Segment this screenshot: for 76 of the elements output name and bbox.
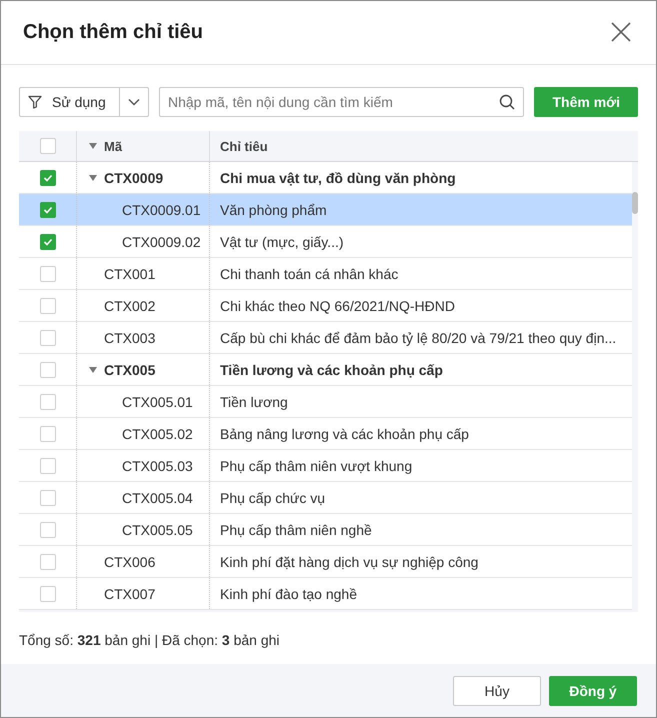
- table-cell: Phụ cấp thâm niên vượt khung: [220, 458, 412, 474]
- table-cell: Chi thanh toán cá nhân khác: [220, 266, 398, 282]
- checkbox[interactable]: [40, 298, 56, 314]
- table-cell: CTX001: [104, 266, 156, 282]
- table-cell: Tiền lương và các khoản phụ cấp: [220, 362, 443, 378]
- checkbox[interactable]: [40, 426, 56, 442]
- filter-value: Sử dụng: [52, 94, 106, 110]
- caret-down-icon[interactable]: [89, 174, 97, 180]
- table-cell: CTX005.03: [122, 458, 193, 474]
- table-cell: CTX006: [104, 554, 156, 570]
- checkbox[interactable]: [40, 394, 56, 410]
- table-cell: CTX005: [104, 362, 156, 378]
- table-cell: CTX0009.02: [122, 234, 201, 250]
- scrollbar[interactable]: [632, 192, 638, 214]
- table-cell: CTX002: [104, 298, 156, 314]
- table-row[interactable]: CTX001 Chi thanh toán cá nhân khác: [19, 258, 632, 290]
- dialog-title: Chọn thêm chỉ tiêu: [23, 21, 203, 44]
- table-row[interactable]: CTX0009.02 Vật tư (mực, giấy...): [19, 226, 632, 258]
- table-cell: CTX0009.01: [122, 202, 201, 218]
- table-row[interactable]: CTX003 Cấp bù chi khác để đảm bảo tỷ lệ 80/20 và 79/21 theo quy địn...: [19, 322, 632, 354]
- table-cell: CTX005.05: [122, 522, 193, 538]
- table-cell: Phụ cấp chức vụ: [220, 490, 326, 506]
- column-header[interactable]: Chỉ tiêu: [220, 138, 268, 154]
- table-cell: CTX007: [104, 586, 156, 602]
- checkbox[interactable]: [40, 586, 56, 602]
- checkbox[interactable]: [40, 458, 56, 474]
- table-cell: Kinh phí đào tạo nghề: [220, 586, 358, 602]
- check-icon: [42, 174, 52, 182]
- check-icon: [42, 238, 52, 246]
- chevron-down-icon: [128, 98, 140, 106]
- table-row[interactable]: CTX007 Kinh phí đào tạo nghề: [19, 578, 632, 610]
- table-cell: Vật tư (mực, giấy...): [220, 234, 344, 250]
- cancel-button[interactable]: Hủy: [453, 676, 541, 706]
- search-icon[interactable]: [499, 94, 516, 110]
- table-row[interactable]: CTX005 Tiền lương và các khoản phụ cấp: [19, 354, 632, 386]
- filter-icon: [28, 95, 42, 109]
- checkbox[interactable]: [40, 266, 56, 282]
- table-cell: Văn phòng phẩm: [220, 202, 327, 218]
- table-cell: CTX0009: [104, 170, 164, 186]
- filter-dropdown[interactable]: Sử dụng: [19, 87, 149, 117]
- table-row[interactable]: CTX002 Chi khác theo NQ 66/2021/NQ-HĐND: [19, 290, 632, 322]
- search-field[interactable]: Nhập mã, tên nội dung cần tìm kiếm: [159, 87, 524, 117]
- table-cell: Tiền lương: [220, 394, 288, 410]
- table-row[interactable]: CTX005.04 Phụ cấp chức vụ: [19, 482, 632, 514]
- table-cell: Phụ cấp thâm niên nghề: [220, 522, 372, 538]
- close-icon: [610, 20, 632, 42]
- table-row[interactable]: CTX005.02 Bảng nâng lương và các khoản phụ cấp: [19, 418, 632, 450]
- table-row[interactable]: CTX006 Kinh phí đặt hàng dịch vụ sự nghiệp công: [19, 546, 632, 578]
- table-row[interactable]: CTX0009 Chi mua vật tư, đồ dùng văn phòng: [19, 162, 632, 194]
- table-cell: CTX005.04: [122, 490, 193, 506]
- check-icon: [42, 206, 52, 214]
- table-row[interactable]: CTX005.03 Phụ cấp thâm niên vượt khung: [19, 450, 632, 482]
- checkbox[interactable]: [40, 330, 56, 346]
- table-cell: Cấp bù chi khác để đảm bảo tỷ lệ 80/20 và 79/21 theo quy địn...: [220, 330, 616, 346]
- column-header[interactable]: Mã: [104, 138, 122, 154]
- caret-down-icon: [89, 143, 97, 149]
- checkbox[interactable]: [40, 234, 56, 250]
- checkbox[interactable]: [40, 202, 56, 218]
- table-cell: Chi mua vật tư, đồ dùng văn phòng: [220, 170, 456, 186]
- checkbox[interactable]: [40, 138, 56, 154]
- table-cell: Kinh phí đặt hàng dịch vụ sự nghiệp công: [220, 554, 478, 570]
- caret-down-icon[interactable]: [89, 366, 97, 372]
- table-row[interactable]: CTX0009.01 Văn phòng phẩm: [19, 194, 632, 226]
- table-cell: CTX005.02: [122, 426, 193, 442]
- checkbox[interactable]: [40, 490, 56, 506]
- record-summary: Tổng số: 321 bản ghi | Đã chọn: 3 bản ghi: [19, 631, 281, 648]
- table-cell: Bảng nâng lương và các khoản phụ cấp: [220, 426, 469, 442]
- checkbox[interactable]: [40, 554, 56, 570]
- table-cell: CTX003: [104, 330, 156, 346]
- table-row[interactable]: CTX005.01 Tiền lương: [19, 386, 632, 418]
- checkbox[interactable]: [40, 170, 56, 186]
- table-cell: CTX005.01: [122, 394, 193, 410]
- checkbox[interactable]: [40, 362, 56, 378]
- checkbox[interactable]: [40, 522, 56, 538]
- table-row[interactable]: CTX005.05 Phụ cấp thâm niên nghề: [19, 514, 632, 546]
- table-cell: Chi khác theo NQ 66/2021/NQ-HĐND: [220, 298, 455, 314]
